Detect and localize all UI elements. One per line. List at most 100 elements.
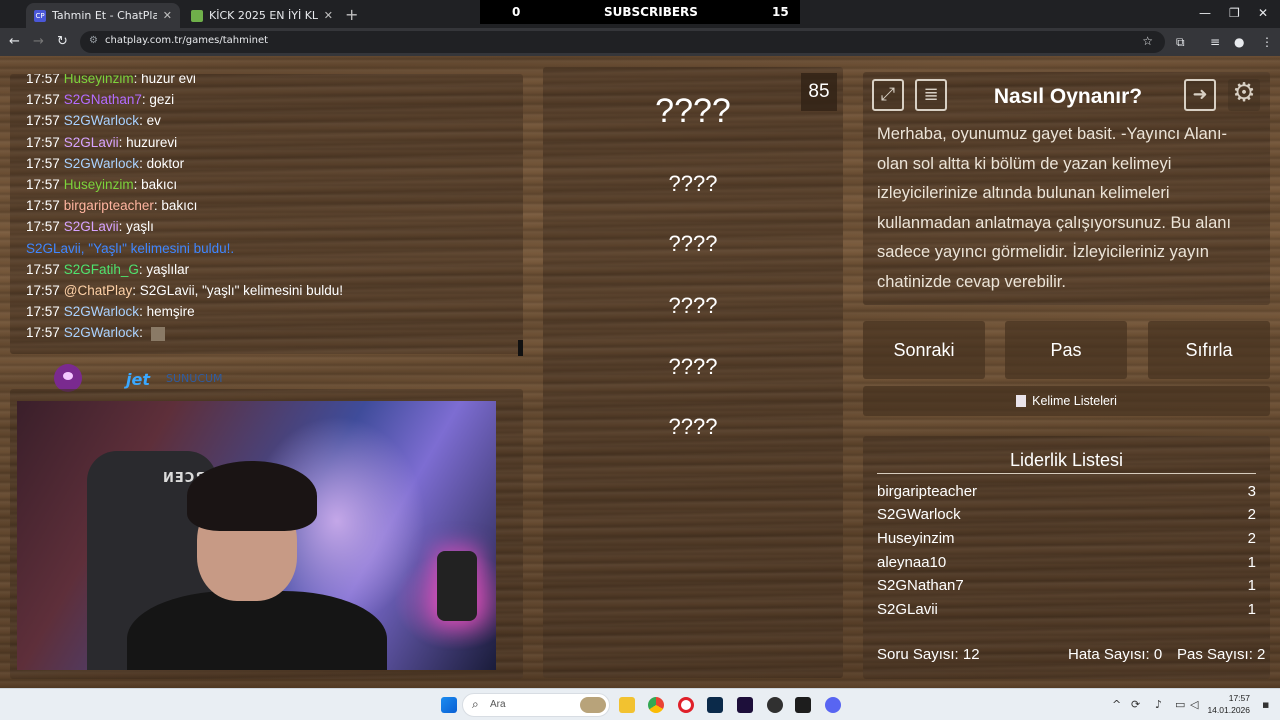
media-icon[interactable]: ≡ [1210,35,1220,49]
chat-message: 17:57 Huseyinzim: bakıcı [26,174,523,195]
question-count: Soru Sayısı: 12 [877,646,980,663]
reset-button[interactable]: Sıfırla [1148,321,1270,379]
chat-text: huzurevi [126,134,178,150]
tray-overflow-icon[interactable]: ^ [1112,698,1121,711]
chat-timestamp: 17:57 [26,113,60,129]
system-clock[interactable]: 17:57 14.01.2026 [1204,692,1250,716]
microphone [437,551,477,621]
bookmark-star-icon[interactable]: ☆ [1142,34,1153,48]
leaderboard-name: S2GLavii [877,601,938,618]
chat-username[interactable]: birgaripteacher [64,198,154,213]
tab-tier-list[interactable]: KİCK 2025 EN İYİ KLİP - Tier List ✕ [183,3,341,28]
tab-tahmin-et[interactable]: CP Tahmin Et - ChatPlay ✕ [26,3,180,28]
chat-text: bakıcı [161,198,198,214]
chat-separator: : [139,155,147,171]
obs-icon[interactable] [767,697,783,713]
error-count: Hata Sayısı: 0 [1068,646,1163,663]
leaderboard-score: 2 [1247,530,1256,547]
chat-timestamp: 17:57 [26,198,60,214]
profile-avatar-icon[interactable]: ● [1234,35,1244,49]
opera-icon[interactable] [678,697,694,713]
close-tab-icon[interactable]: ✕ [324,9,333,22]
back-icon[interactable]: ← [9,34,20,49]
word-lists-button[interactable]: Kelime Listeleri [863,386,1270,416]
tab-title: KİCK 2025 EN İYİ KLİP - Tier List [209,9,318,22]
chat-text: ev [146,113,161,129]
chat-separator: : [133,176,142,192]
chat-separator: : [139,325,147,341]
new-tab-icon[interactable]: + [345,5,358,24]
chat-username[interactable]: S2GWarlock [64,156,139,171]
microphone-icon[interactable]: ♪ [1155,698,1162,711]
chrome-icon[interactable] [648,697,664,713]
subscribers-left-count: 0 [512,5,521,19]
kick-app-icon[interactable] [795,697,811,713]
forbidden-word-slot: ???? [668,293,718,318]
chat-username[interactable]: S2GWarlock [64,113,139,128]
extensions-icon[interactable]: ⧉ [1176,35,1185,50]
chat-separator: : [132,282,140,298]
chat-text: gezi [149,92,175,108]
restore-icon[interactable]: ❐ [1229,6,1240,20]
chat-message: 17:57 Huseyinzim: huzur evi [26,74,523,89]
settings-gear-icon[interactable]: ⚙ [1228,79,1260,111]
leaderboard-divider [877,473,1256,474]
fullscreen-icon[interactable]: ⤢ [872,79,904,111]
chat-username[interactable]: @ChatPlay [64,283,132,298]
leaderboard-name: Huseyinzim [877,530,955,547]
chat-username[interactable]: S2GLavii [64,135,119,150]
chat-username[interactable]: Huseyinzim [64,74,134,86]
next-button[interactable]: Sonraki [863,321,985,379]
clock-date: 14.01.2026 [1207,705,1250,715]
start-icon[interactable] [441,697,457,713]
chat-username[interactable]: S2GNathan7 [64,92,142,107]
chat-text: huzur evi [141,74,196,86]
pass-button[interactable]: Pas [1005,321,1127,379]
chat-username[interactable]: S2GLavii [64,219,119,234]
file-explorer-icon[interactable] [619,697,635,713]
forbidden-word-slot: ???? [668,414,718,439]
notifications-icon[interactable]: ▪ [1262,698,1269,711]
minimize-icon[interactable]: — [1199,6,1211,20]
leaderboard-row: S2GWarlock 2 [877,506,1256,528]
leaderboard-score: 3 [1247,483,1256,500]
chat-timestamp: 17:57 [26,282,60,298]
how-to-play-title: Nasıl Oynanır? [993,85,1143,108]
search-icon: ⌕ [472,697,479,711]
sync-icon[interactable]: ⟳ [1131,698,1140,711]
taskbar-search-placeholder: Ara [490,699,506,710]
logout-icon[interactable]: ➜ [1184,79,1216,111]
how-to-play-text: Merhaba, oyunumuz gayet basit. -Yayıncı … [877,125,1232,291]
volume-icon[interactable]: ◁ [1190,698,1198,711]
chat-timestamp: 17:57 [26,134,60,150]
photoshop-icon[interactable] [707,697,723,713]
window-close-icon[interactable]: ✕ [1258,6,1268,20]
leaderboard-name: birgaripteacher [877,483,978,500]
network-icon[interactable]: ▭ [1175,698,1185,711]
sponsor-logo: jet [126,370,150,389]
widgets-icon[interactable] [580,697,606,713]
address-bar[interactable]: ⚙ chatplay.com.tr/games/tahminet ☆ [80,31,1165,53]
chat-username[interactable]: S2GWarlock [64,304,139,319]
leaderboard-row: Huseyinzim 2 [877,530,1256,552]
chat-username[interactable]: S2GFatih_G [64,262,139,277]
close-tab-icon[interactable]: ✕ [163,9,172,22]
chat-timestamp: 17:57 [26,304,60,320]
chat-scrollbar[interactable] [518,340,523,356]
reload-icon[interactable]: ↻ [57,34,68,49]
site-info-icon[interactable]: ⚙ [89,35,98,46]
browser-menu-icon[interactable]: ⋮ [1261,35,1273,49]
chat-message: 17:57 @ChatPlay: S2GLavii, "yaşlı" kelime… [26,280,523,301]
leaderboard-row: birgaripteacher 3 [877,483,1256,505]
forward-icon[interactable]: → [33,34,44,49]
chatplay-favicon-icon: CP [34,9,46,22]
chat-username[interactable]: S2GWarlock [64,325,139,340]
rules-document-icon[interactable]: ≣ [915,79,947,111]
premiere-icon[interactable] [737,697,753,713]
discord-icon[interactable] [825,697,841,713]
chat-username[interactable]: Huseyinzim [64,177,134,192]
leaderboard-row: S2GLavii 1 [877,601,1256,623]
chat-timestamp: 17:57 [26,74,60,86]
leaderboard-name: S2GWarlock [877,506,961,523]
system-message-text: S2GLavii, "Yaşlı" kelimesini buldu!. [26,240,235,256]
